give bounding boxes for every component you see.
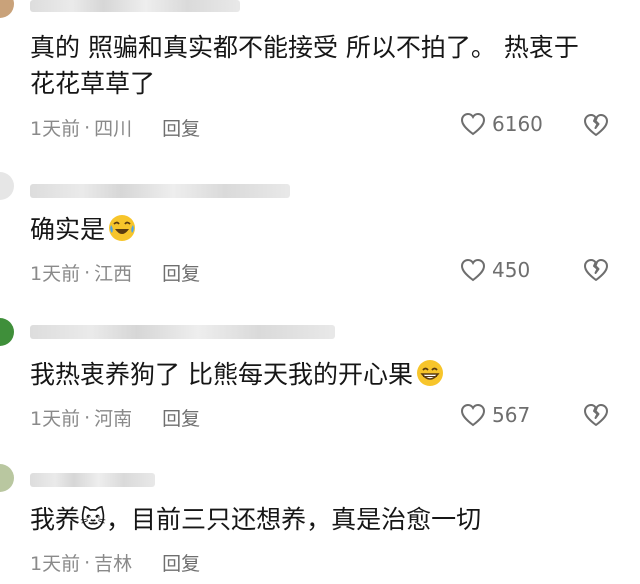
username-blurred[interactable] (30, 184, 290, 198)
comment-text: 我热衷养狗了 比熊每天我的开心果 (30, 357, 445, 393)
meta-separator: · (84, 406, 91, 429)
like-button[interactable]: 450 (460, 258, 530, 282)
avatar[interactable] (0, 172, 14, 200)
broken-heart-icon (584, 114, 608, 136)
like-button[interactable]: 567 (460, 403, 530, 427)
like-count: 450 (492, 258, 531, 282)
comment-meta: 1天前 · 江西 回复 (30, 259, 200, 286)
comment-text: 确实是 (30, 212, 137, 248)
like-count: 567 (492, 403, 531, 427)
comment-meta: 1天前 · 四川 回复 (30, 114, 200, 141)
like-button[interactable]: 6160 (460, 112, 543, 136)
avatar[interactable] (0, 318, 14, 346)
comment-meta: 1天前 · 河南 回复 (30, 404, 200, 431)
meta-separator: · (84, 261, 91, 284)
reply-button[interactable]: 回复 (162, 549, 200, 576)
heart-icon (460, 403, 486, 427)
comment-text: 我养🐱，目前三只还想养，真是治愈一切 (30, 505, 482, 534)
comment-location: 吉林 (94, 553, 133, 575)
dislike-button[interactable] (582, 402, 610, 432)
dislike-button[interactable] (582, 257, 610, 287)
username-blurred[interactable] (30, 0, 240, 12)
laughing-crying-emoji-icon (107, 213, 137, 243)
grinning-emoji-icon (415, 358, 445, 388)
comment-time: 1天前 (30, 263, 81, 285)
comment-location: 江西 (94, 263, 133, 285)
comment-time: 1天前 (30, 553, 81, 575)
reply-button[interactable]: 回复 (162, 259, 200, 286)
username-blurred[interactable] (30, 325, 335, 339)
username-blurred[interactable] (30, 473, 155, 487)
comment-location: 四川 (94, 118, 133, 140)
broken-heart-icon (584, 404, 608, 426)
comment-meta: 1天前 · 吉林 回复 (30, 549, 200, 576)
comment-location: 河南 (94, 408, 133, 430)
broken-heart-icon (584, 259, 608, 281)
heart-icon (460, 258, 486, 282)
dislike-button[interactable] (582, 112, 610, 142)
comment-text-line2: 花花草草了 (30, 69, 156, 98)
meta-separator: · (84, 116, 91, 139)
heart-icon (460, 112, 486, 136)
comment-text: 真的 照骗和真实都不能接受 所以不拍了。 热衷于 (30, 33, 579, 62)
meta-separator: · (84, 551, 91, 574)
reply-button[interactable]: 回复 (162, 114, 200, 141)
reply-button[interactable]: 回复 (162, 404, 200, 431)
comment-time: 1天前 (30, 118, 81, 140)
like-count: 6160 (492, 112, 543, 136)
avatar[interactable] (0, 0, 14, 18)
comment-time: 1天前 (30, 408, 81, 430)
avatar[interactable] (0, 464, 14, 492)
